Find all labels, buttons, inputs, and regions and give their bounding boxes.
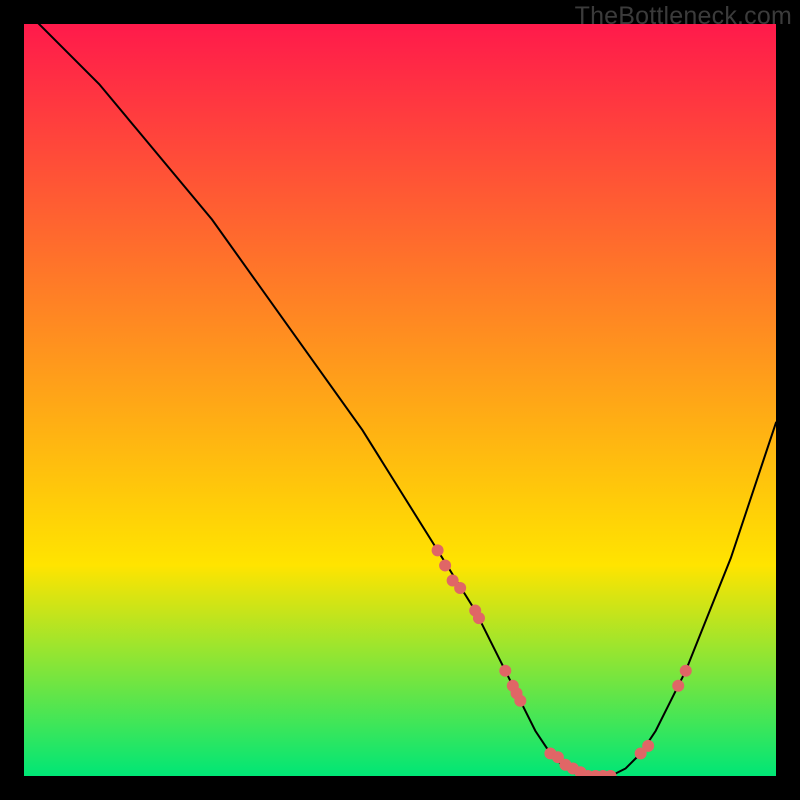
marker-dot: [439, 559, 451, 571]
chart-svg: [24, 24, 776, 776]
marker-dot: [680, 665, 692, 677]
marker-dot: [454, 582, 466, 594]
marker-dot: [473, 612, 485, 624]
marker-dot: [499, 665, 511, 677]
marker-dot: [432, 544, 444, 556]
plot-area: [24, 24, 776, 776]
marker-dot: [514, 695, 526, 707]
marker-dot: [642, 740, 654, 752]
marker-dot: [672, 680, 684, 692]
gradient-background: [24, 24, 776, 776]
chart-stage: TheBottleneck.com: [0, 0, 800, 800]
